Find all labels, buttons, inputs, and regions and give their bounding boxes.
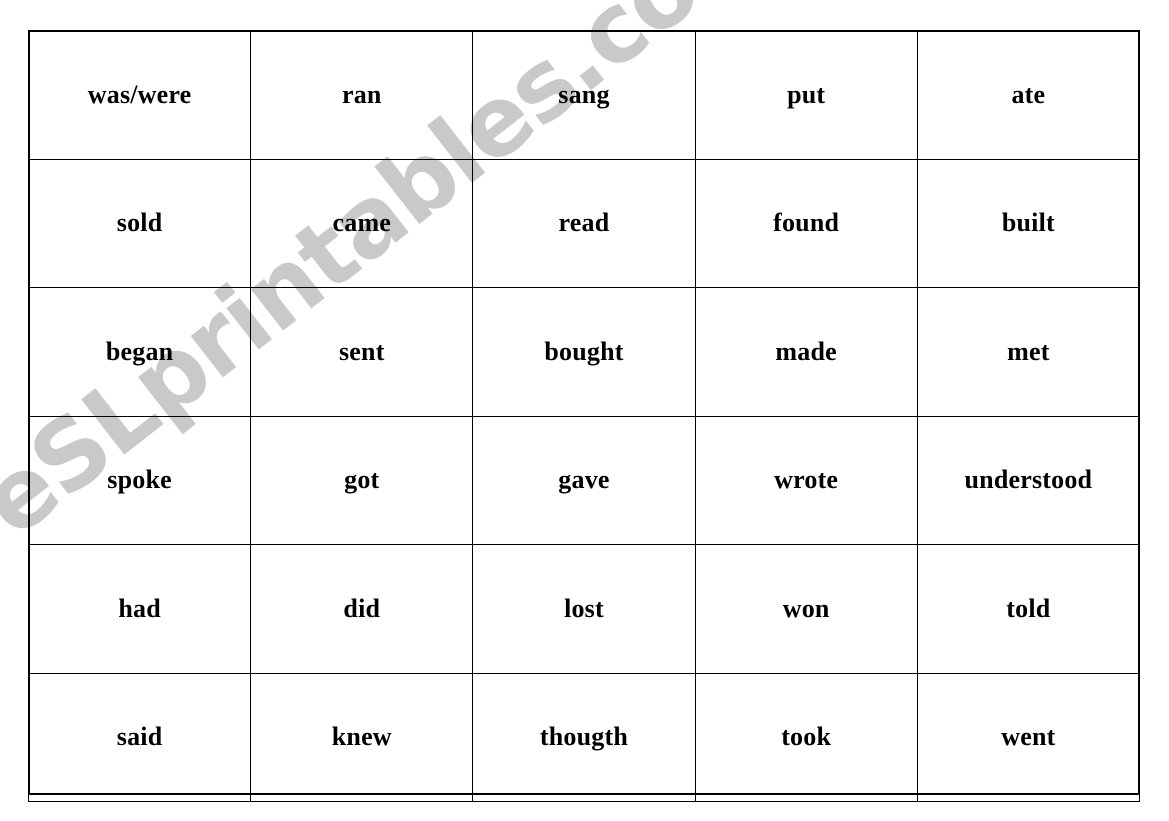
verb-card-cell[interactable]: was/were [27,30,252,160]
verb-card-label: told [1006,593,1051,623]
verb-card-label: was/were [87,79,192,109]
verb-card-label: sent [338,336,385,366]
verb-card-cell[interactable]: came [250,158,474,288]
verb-card-cell[interactable]: did [250,544,474,674]
verb-card-cell[interactable]: thougth [472,672,696,802]
verb-card-label: thougth [539,722,629,752]
verb-card-cell[interactable]: built [916,158,1141,288]
verb-card-label: ran [341,79,382,109]
verb-card-cell[interactable]: knew [250,672,474,802]
verb-card-cell[interactable]: got [250,415,474,545]
verb-card-label: ate [1011,79,1046,109]
verb-card-cell[interactable]: went [916,672,1141,802]
verb-card-cell[interactable]: took [694,672,918,802]
verb-card-cell[interactable]: understood [916,415,1141,545]
verb-card-label: found [773,208,840,238]
verb-card-label: wrote [774,465,839,495]
verb-card-cell[interactable]: sent [250,287,474,417]
verb-card-label: knew [331,722,392,752]
verb-card-label: sold [116,208,163,238]
verb-card-cell[interactable]: bought [472,287,696,417]
verb-card-cell[interactable]: made [694,287,918,417]
verb-cards-table: was/were ran sang put ate sold came read… [27,30,1141,802]
verb-cards-table-container: was/were ran sang put ate sold came read… [27,30,1141,802]
verb-card-label: lost [564,593,604,623]
verb-card-cell[interactable]: gave [472,415,696,545]
verb-card-cell[interactable]: found [694,158,918,288]
table-row: said knew thougth took went [27,672,1141,802]
verb-cards-table-body: was/were ran sang put ate sold came read… [27,30,1141,802]
verb-card-label: gave [558,465,610,495]
verb-card-cell[interactable]: met [916,287,1141,417]
verb-card-label: won [782,593,830,623]
verb-card-cell[interactable]: won [694,544,918,674]
verb-card-label: sang [558,79,610,109]
verb-card-cell[interactable]: began [27,287,252,417]
verb-card-cell[interactable]: sang [472,30,696,160]
verb-card-label: took [781,722,832,752]
table-row: spoke got gave wrote understood [27,415,1141,545]
verb-card-label: built [1001,208,1055,238]
verb-card-cell[interactable]: lost [472,544,696,674]
verb-card-label: read [558,208,610,238]
table-row: was/were ran sang put ate [27,30,1141,160]
verb-card-label: made [775,336,837,366]
verb-card-cell[interactable]: told [916,544,1141,674]
verb-card-cell[interactable]: said [27,672,252,802]
table-row: had did lost won told [27,544,1141,674]
verb-card-cell[interactable]: ran [250,30,474,160]
verb-card-label: came [332,208,392,238]
table-row: began sent bought made met [27,287,1141,417]
verb-card-label: bought [544,336,624,366]
verb-card-label: did [343,593,381,623]
verb-card-cell[interactable]: sold [27,158,252,288]
verb-card-label: began [105,336,174,366]
verb-card-label: met [1007,336,1050,366]
worksheet-page: eSLprintables.com was/were ran sang put … [0,0,1169,821]
verb-card-label: got [344,465,380,495]
verb-card-label: put [787,79,826,109]
verb-card-label: had [118,593,161,623]
verb-card-cell[interactable]: spoke [27,415,252,545]
verb-card-cell[interactable]: ate [916,30,1141,160]
verb-card-label: went [1001,722,1056,752]
verb-card-label: understood [964,465,1093,495]
verb-card-label: spoke [107,465,172,495]
verb-card-cell[interactable]: had [27,544,252,674]
verb-card-cell[interactable]: put [694,30,918,160]
verb-card-label: said [116,722,163,752]
verb-card-cell[interactable]: wrote [694,415,918,545]
table-row: sold came read found built [27,158,1141,288]
verb-card-cell[interactable]: read [472,158,696,288]
